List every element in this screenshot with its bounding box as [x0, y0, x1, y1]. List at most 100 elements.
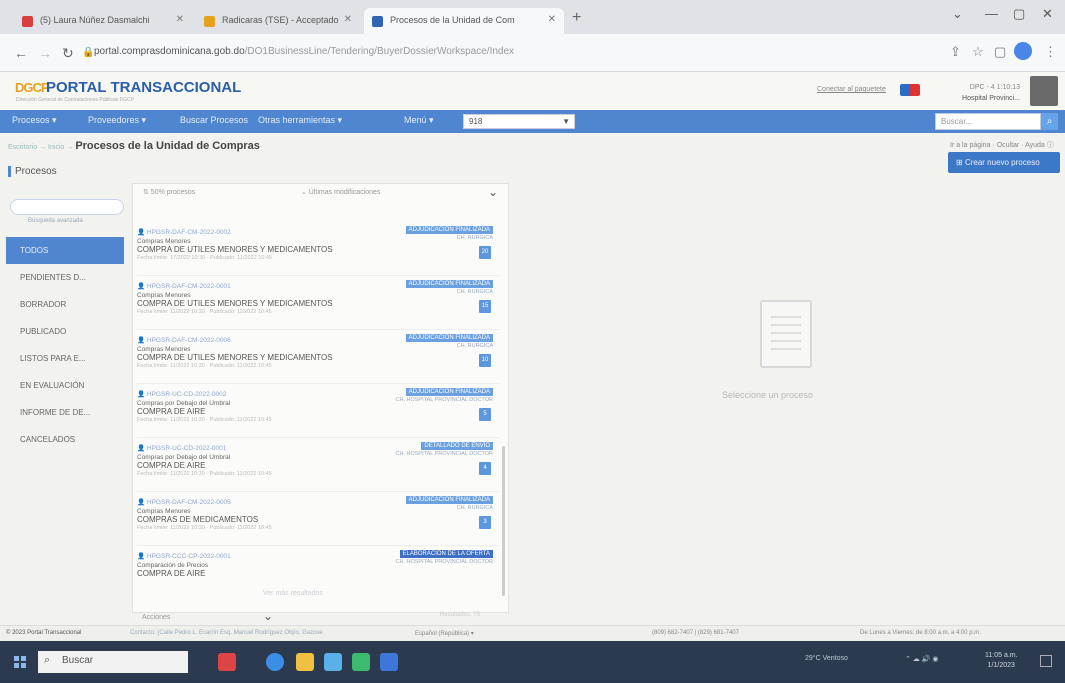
list-item[interactable]: 👤 HPGSR-UC-CD-2022-0002 Compras por Deba…	[137, 386, 499, 438]
process-unit: CH. HOSPITAL PROVINCIAL DOCTOR	[395, 451, 494, 457]
close-icon[interactable]: ✕	[176, 14, 184, 25]
tab-label: Procesos de la Unidad de Com	[390, 15, 515, 25]
advanced-search-link[interactable]: Búsqueda avanzada	[28, 218, 83, 224]
store-icon[interactable]	[324, 653, 342, 671]
document-icon	[760, 300, 812, 368]
list-item[interactable]: 👤 HPGSR-DAF-CM-2022-0002 Compras Menores…	[137, 224, 499, 276]
mail-icon	[22, 16, 33, 27]
more-results-link[interactable]: Ver más resultados	[263, 590, 323, 597]
unit-select[interactable]: 918 ▼	[463, 114, 575, 129]
app-icon[interactable]	[218, 653, 236, 671]
breadcrumb-right-links[interactable]: Ir a la página · Ocultar · Ayuda ⓘ	[950, 140, 1054, 150]
process-dates: Fecha límite: 17/2022 10:30 · Publicado:…	[137, 255, 273, 261]
chevron-down-icon: ▼	[562, 117, 570, 126]
sidebar-item-cancelados[interactable]: CANCELADOS	[6, 426, 124, 453]
close-icon[interactable]: ✕	[548, 14, 556, 25]
search-input[interactable]: Buscar...	[935, 113, 1041, 130]
process-code-text: HPGSR-DAF-CM-2022-0005	[146, 499, 231, 506]
browser-icon[interactable]	[266, 653, 284, 671]
language-select[interactable]: Español (República) ▾	[415, 630, 474, 637]
tray-icons[interactable]: ⌃ ☁ 🔊 ◉	[905, 655, 939, 663]
sidebar-search-input[interactable]	[10, 199, 124, 215]
search-button[interactable]: ⌕	[1041, 113, 1058, 130]
process-dates: Fecha límite: 11/2022 10:30 · Publicado:…	[137, 363, 272, 369]
list-item[interactable]: 👤 HPGSR-DAF-CM-2022-0001 Compras Menores…	[137, 278, 499, 330]
minimize-icon[interactable]: —	[985, 6, 998, 21]
browser-tab-1[interactable]: (5) Laura Núñez Dasmalchi ✕	[14, 8, 192, 34]
kebab-menu-icon[interactable]: ⋮	[1044, 44, 1057, 60]
sidebar-item-todos[interactable]: TODOS	[6, 237, 124, 264]
list-item[interactable]: 👤 HPGSR-DAF-CM-2022-0005 Compras Menores…	[137, 494, 499, 546]
url-field[interactable]: portal.comprasdominicana.gob.do/DO1Busin…	[94, 46, 514, 57]
reload-icon[interactable]: ↻	[62, 45, 74, 62]
maximize-icon[interactable]: ▢	[1013, 6, 1025, 22]
folder-icon[interactable]	[296, 653, 314, 671]
chrome-icon[interactable]	[352, 653, 370, 671]
process-code-text: HPGSR-CCC-CP-2022-0001	[146, 553, 231, 560]
plus-icon: ⊞	[956, 158, 965, 167]
process-type: Comparación de Precios	[137, 562, 209, 569]
portal-header: DGCP PORTAL TRANSACCIONAL Dirección Gene…	[0, 72, 1065, 110]
sidebar-item-evaluacion[interactable]: EN EVALUACIÓN	[6, 372, 124, 399]
taskbar-search[interactable]: ⌕ Buscar	[38, 651, 188, 673]
actions-dropdown[interactable]: Acciones	[142, 614, 170, 621]
browser-tab-3[interactable]: Procesos de la Unidad de Com ✕	[364, 8, 564, 34]
count-badge: 20	[479, 246, 491, 259]
page-title: Procesos de la Unidad de Compras	[75, 140, 260, 152]
nav-item-procesos[interactable]: Procesos ▾	[12, 115, 57, 126]
new-tab-button[interactable]: +	[572, 9, 581, 27]
windows-start-icon[interactable]	[14, 656, 26, 668]
chevron-down-icon[interactable]: ⌄	[263, 609, 273, 623]
footer-copyright: © 2023 Portal Transaccional	[6, 630, 82, 636]
nav-item-otras-herramientas[interactable]: Otras herramientas ▾	[258, 115, 342, 126]
process-dates: Fecha límite: 11/2022 10:30 · Publicado:…	[137, 417, 272, 423]
sidepanel-icon[interactable]: ▢	[994, 44, 1006, 60]
avatar[interactable]	[1030, 76, 1058, 106]
browser-tab-2[interactable]: Radicaras (TSE) - Acceptado ✕	[196, 8, 360, 34]
list-item[interactable]: 👤 HPGSR-DAF-CM-2022-0006 Compras Menores…	[137, 332, 499, 384]
sidebar-item-listos[interactable]: LISTOS PARA E...	[6, 345, 124, 372]
tab-menu-icon[interactable]: ⌄	[952, 6, 963, 22]
filter-control[interactable]: ⌄ Últimas modificaciones	[301, 188, 380, 196]
sidebar-item-publicado[interactable]: PUBLICADO	[6, 318, 124, 345]
sidebar-item-pendientes[interactable]: PENDIENTES D...	[6, 264, 124, 291]
app-icon[interactable]	[380, 653, 398, 671]
status-badge: ELABORACIÓN DE LA OFERTA	[399, 550, 493, 558]
nav-item-proveedores[interactable]: Proveedores ▾	[88, 115, 146, 126]
list-scrollbar[interactable]	[502, 446, 505, 596]
system-clock[interactable]: 11:05 a.m. 1/1/2023	[985, 651, 1018, 671]
nav-item-buscar-procesos[interactable]: Buscar Procesos	[180, 115, 248, 125]
back-icon[interactable]: ←	[14, 45, 28, 61]
star-icon[interactable]: ☆	[972, 44, 984, 60]
sort-control[interactable]: ⇅ 50% procesos	[143, 188, 195, 196]
close-window-icon[interactable]: ✕	[1042, 6, 1053, 22]
weather-widget[interactable]: 29°C Ventoso	[805, 655, 848, 662]
process-code: 👤 HPGSR-UC-CD-2022-0001	[137, 445, 227, 452]
list-item[interactable]: 👤 HPGSR-UC-CD-2022-0001 Compras por Deba…	[137, 440, 499, 492]
status-badge: ADJUDICACIÓN FINALIZADA	[405, 280, 493, 288]
nav-item-menu[interactable]: Menú ▾	[404, 115, 434, 126]
results-count: Resultados: 75	[440, 612, 481, 618]
chevron-down-icon[interactable]: ⌄	[488, 185, 498, 199]
search-icon: ⌕	[1046, 116, 1053, 127]
user-info[interactable]: DPC - 4 1:10:13 Hospital Provinci...	[950, 82, 1020, 104]
status-badge: DETALLADO DE ENVÍO	[421, 442, 493, 450]
header-link[interactable]: Conectar al paquetete	[817, 86, 886, 93]
search-placeholder: Buscar...	[941, 117, 973, 126]
sidebar-item-borrador[interactable]: BORRADOR	[6, 291, 124, 318]
address-bar: ← → ↻ 🔒 portal.comprasdominicana.gob.do/…	[0, 34, 1065, 72]
status-badge: ADJUDICACIÓN FINALIZADA	[405, 226, 493, 234]
sidebar-item-informe[interactable]: INFORME DE DE...	[6, 399, 124, 426]
profile-icon[interactable]	[1014, 42, 1032, 60]
close-icon[interactable]: ✕	[344, 14, 352, 25]
share-icon[interactable]: ⇪	[950, 44, 961, 60]
empty-detail-hint: Seleccione un proceso	[722, 390, 814, 400]
notification-icon[interactable]	[1040, 655, 1052, 667]
forward-icon[interactable]: →	[38, 45, 52, 61]
breadcrumb-prefix[interactable]: Escritorio → Inicio →	[8, 144, 73, 151]
footer-contact[interactable]: Contacto: (Calle Pedro L. Ecarrín Esq. M…	[130, 630, 323, 636]
browser-tab-bar: (5) Laura Núñez Dasmalchi ✕ Radicaras (T…	[0, 0, 1065, 34]
process-unit: CH. RURGICA	[456, 235, 493, 241]
create-process-button[interactable]: ⊞ Crear nuevo proceso	[948, 152, 1060, 173]
process-type: Compras por Debajo del Umbral	[137, 400, 231, 407]
